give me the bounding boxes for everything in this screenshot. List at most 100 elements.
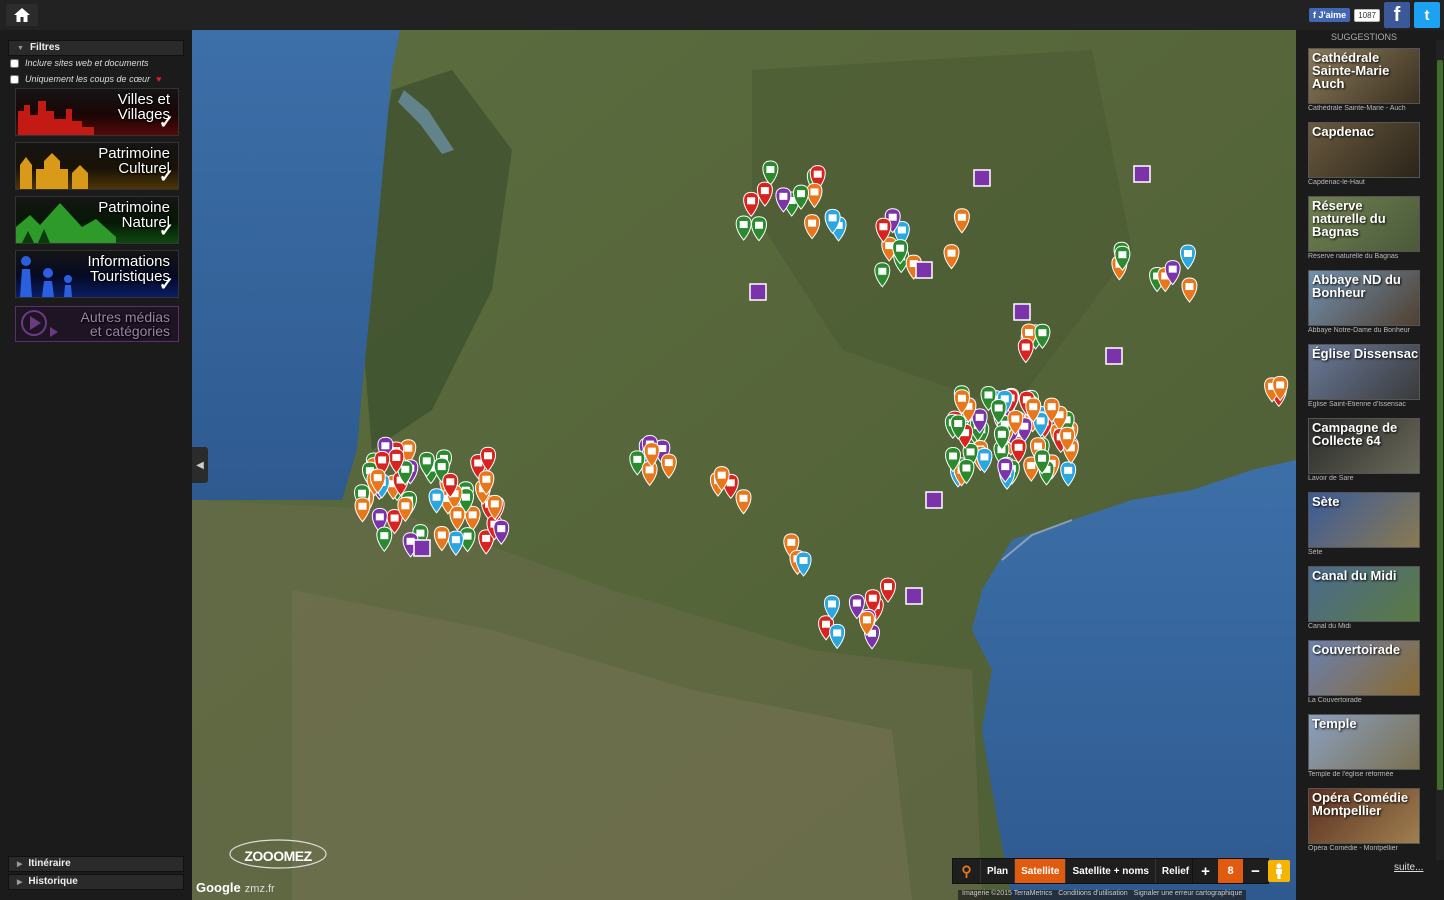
suggestion-card[interactable]: Abbaye ND du Bonheur Abbaye Notre-Dame du… (1308, 270, 1420, 334)
map-marker-pin[interactable] (943, 244, 960, 270)
category-informations-touristiques[interactable]: Informations Touristiques ✓ (15, 250, 179, 298)
history-header[interactable]: ▶ Historique (8, 874, 184, 890)
map-marker-square[interactable] (925, 491, 943, 509)
map-type-satellite-names[interactable]: Satellite + noms (1066, 859, 1156, 883)
map-marker-square[interactable] (1013, 303, 1031, 321)
suggestion-thumbnail[interactable]: Capdenac (1308, 122, 1420, 178)
map-marker-pin[interactable] (1179, 244, 1196, 270)
favorites-checkbox[interactable] (10, 74, 19, 84)
info-icon (20, 256, 72, 297)
facebook-like-button[interactable]: f J'aime (1309, 8, 1351, 22)
map-type-relief[interactable]: Relief (1156, 859, 1197, 883)
collapse-sidebar-button[interactable]: ◀ (192, 447, 208, 483)
map-marker-pin[interactable] (762, 160, 779, 186)
suggestion-thumbnail[interactable]: Abbaye ND du Bonheur (1308, 270, 1420, 326)
suggestion-thumbnail[interactable]: Cathédrale Sainte-Marie Auch (1308, 48, 1420, 104)
map-canvas[interactable] (192, 30, 1296, 900)
map-marker-pin[interactable] (743, 191, 760, 218)
map-marker-pin[interactable] (428, 488, 445, 514)
category-patrimoine-naturel[interactable]: Patrimoine Naturel ✓ (15, 196, 179, 244)
map-marker-square[interactable] (749, 283, 767, 301)
facebook-icon[interactable]: f (1384, 2, 1410, 28)
suggestion-card[interactable]: Église Dissensac Eglise Saint-Etienne d'I… (1308, 344, 1420, 408)
suggestion-thumbnail[interactable]: Opéra Comédie Montpellier (1308, 788, 1420, 844)
map-marker-pin[interactable] (433, 526, 450, 552)
home-button[interactable] (6, 4, 38, 26)
suggestion-card[interactable]: Campagne de Collecte 64 Lavoir de Sare (1308, 418, 1420, 482)
suggestion-thumbnail[interactable]: Couvertoirade (1308, 640, 1420, 696)
map-marker-square[interactable] (413, 539, 431, 557)
map-marker-square[interactable] (1133, 165, 1151, 183)
zoom-control: + 8 − (1192, 858, 1269, 884)
zooomez-logo: ZOOOMEZ (226, 836, 330, 876)
suggestion-thumbnail[interactable]: Sète (1308, 492, 1420, 548)
map-marker-pin[interactable] (874, 262, 891, 288)
zoom-in-button[interactable]: + (1193, 859, 1218, 883)
top-bar: f J'aime 1087 f t (0, 0, 1444, 30)
suggestion-title: Réserve naturelle du Bagnas (1312, 198, 1386, 239)
map-marker-pin[interactable] (493, 519, 510, 545)
map-marker-pin[interactable] (660, 453, 677, 479)
map-marker-pin[interactable] (376, 526, 393, 552)
map-marker-pin[interactable] (1060, 461, 1077, 487)
report-error-link[interactable]: Signaler une erreur cartographique (1134, 890, 1243, 900)
suggestion-card[interactable]: Capdenac Capdenac-le-Haut (1308, 122, 1420, 186)
suggestion-card[interactable]: Réserve naturelle du Bagnas Réserve natur… (1308, 196, 1420, 260)
option-favorites-label: Uniquement les coups de cœur (25, 74, 151, 84)
map-marker-square[interactable] (915, 261, 933, 279)
map-type-plan[interactable]: Plan (981, 859, 1016, 883)
terms-link[interactable]: Conditions d'utilisation (1058, 890, 1127, 900)
map-marker-pin[interactable] (1010, 438, 1027, 464)
map-marker-pin[interactable] (1017, 338, 1034, 364)
map-marker-pin[interactable] (804, 214, 821, 240)
more-suggestions-link[interactable]: suite... (1394, 862, 1423, 873)
suggestion-card[interactable]: Couvertoirade La Couvertoirade (1308, 640, 1420, 704)
web-checkbox[interactable] (10, 58, 19, 68)
category-patrimoine-culturel[interactable]: Patrimoine Culturel ✓ (15, 142, 179, 190)
street-view-pegman[interactable] (1268, 860, 1290, 882)
scrollbar-thumb[interactable] (1437, 60, 1443, 790)
map-marker-pin[interactable] (751, 216, 767, 242)
expand-triangle-icon: ▶ (17, 861, 23, 868)
suggestion-caption: Abbaye Notre-Dame du Bonheur (1308, 327, 1410, 334)
filters-header[interactable]: ▼ Filtres (8, 40, 184, 56)
map-type-satellite[interactable]: Satellite (1015, 859, 1067, 883)
itinerary-title: Itinéraire (28, 858, 71, 869)
map-marker-pin[interactable] (735, 489, 752, 515)
map-marker-pin[interactable] (756, 181, 773, 207)
category-villes-villages[interactable]: Villes et Villages ✓ (15, 88, 179, 136)
map-marker-pin[interactable] (806, 182, 823, 209)
suggestion-card[interactable]: Cathédrale Sainte-Marie Auch Cathédrale S… (1308, 48, 1420, 112)
map-marker-pin[interactable] (641, 460, 658, 487)
suggestion-caption: Canal du Midi (1308, 623, 1351, 630)
suggestion-thumbnail[interactable]: Canal du Midi (1308, 566, 1420, 622)
suggestion-card[interactable]: Temple Temple de l'église réformée (1308, 714, 1420, 778)
map-marker-pin[interactable] (354, 497, 371, 523)
map-marker-pin[interactable] (735, 215, 752, 241)
itinerary-header[interactable]: ▶ Itinéraire (8, 856, 184, 872)
suggestion-card[interactable]: Sète Sète (1308, 492, 1420, 556)
home-icon (14, 8, 30, 22)
map-marker-square[interactable] (973, 169, 991, 187)
suggestion-caption: Eglise Saint-Etienne d'Issensac (1308, 401, 1406, 408)
map-marker-pin[interactable] (449, 505, 466, 532)
map-pins-toggle[interactable]: ⚲ (953, 859, 981, 883)
map-marker-pin[interactable] (880, 577, 896, 603)
map-marker-square[interactable] (905, 587, 923, 605)
map-marker-pin[interactable] (953, 208, 970, 234)
map-marker-square[interactable] (1105, 347, 1123, 365)
suggestion-thumbnail[interactable]: Temple (1308, 714, 1420, 770)
suggestion-card[interactable]: Canal du Midi Canal du Midi (1308, 566, 1420, 630)
suggestion-card[interactable]: Opéra Comédie Montpellier Opéra Comédie -… (1308, 788, 1420, 852)
twitter-icon[interactable]: t (1414, 2, 1440, 28)
zoom-out-button[interactable]: − (1243, 859, 1268, 883)
suggestion-thumbnail[interactable]: Église Dissensac (1308, 344, 1420, 400)
map-marker-pin[interactable] (447, 530, 464, 556)
map-marker-pin[interactable] (829, 623, 846, 650)
checked-icon: ✓ (158, 220, 174, 240)
category-autres-medias[interactable]: Autres médias et catégories (15, 306, 179, 342)
suggestion-thumbnail[interactable]: Réserve naturelle du Bagnas (1308, 196, 1420, 252)
suggestion-caption: Capdenac-le-Haut (1308, 179, 1365, 186)
suggestion-thumbnail[interactable]: Campagne de Collecte 64 (1308, 418, 1420, 474)
map-marker-pin[interactable] (1181, 277, 1198, 303)
